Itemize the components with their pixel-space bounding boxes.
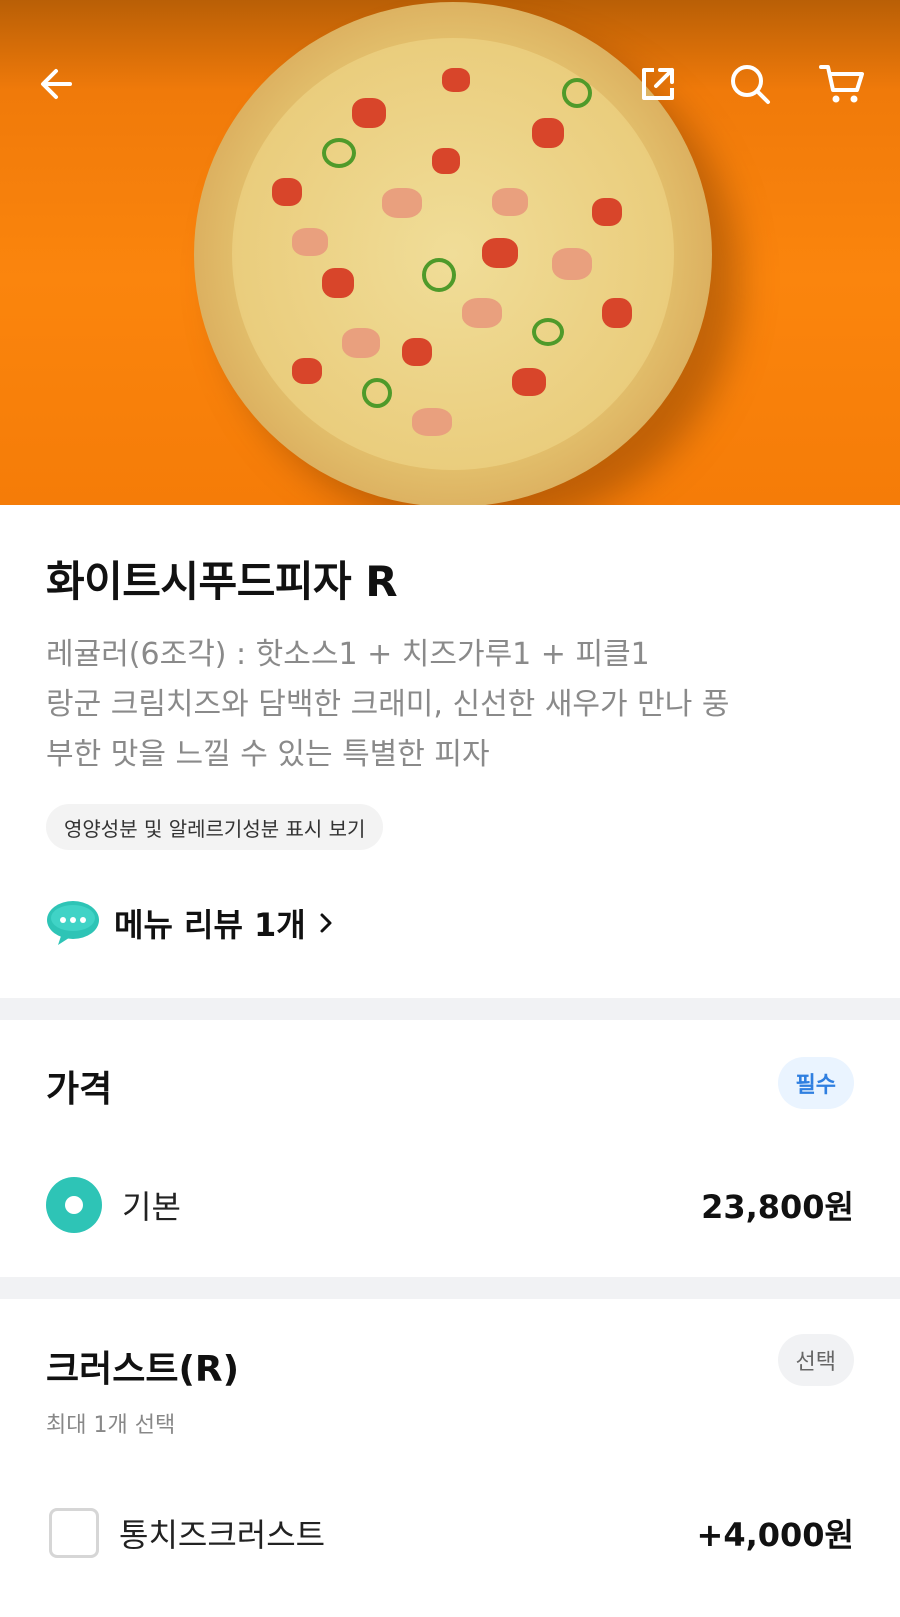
search-icon xyxy=(731,65,770,104)
cart-icon xyxy=(819,65,864,103)
chat-bubble-icon xyxy=(47,901,99,945)
pizza-toppings xyxy=(232,38,674,470)
share-icon xyxy=(642,68,674,100)
option-price: 23,800원 xyxy=(701,1188,854,1226)
share-button[interactable] xyxy=(632,58,684,110)
product-description: 레귤러(6조각) : 핫소스1 + 치즈가루1 + 피클1 랑군 크림치즈와 담… xyxy=(46,630,866,780)
review-count-label: 메뉴 리뷰 1개 xyxy=(114,906,306,944)
description-line: 레귤러(6조각) : 핫소스1 + 치즈가루1 + 피클1 xyxy=(46,637,650,672)
back-button[interactable] xyxy=(30,58,82,110)
checkbox-unchecked[interactable] xyxy=(49,1508,99,1558)
crust-selection-hint: 최대 1개 선택 xyxy=(46,1413,176,1438)
description-line: 부한 맛을 느낄 수 있는 특별한 피자 xyxy=(46,737,490,772)
search-button[interactable] xyxy=(724,58,776,110)
price-option-basic[interactable]: 기본 23,800원 xyxy=(46,1175,854,1235)
option-price: +4,000원 xyxy=(696,1516,854,1554)
arrow-left-icon xyxy=(41,69,72,99)
chevron-right-icon xyxy=(320,913,332,933)
cart-button[interactable] xyxy=(816,58,868,110)
radio-button-selected[interactable] xyxy=(46,1177,102,1233)
price-section-title: 가격 xyxy=(46,1069,113,1110)
menu-review-link[interactable]: 메뉴 리뷰 1개 xyxy=(46,895,336,951)
radio-dot xyxy=(65,1196,83,1214)
description-line: 랑군 크림치즈와 담백한 크래미, 신선한 새우가 만나 풍 xyxy=(46,687,730,722)
option-label: 통치즈크러스트 xyxy=(119,1516,326,1554)
option-label: 기본 xyxy=(122,1188,181,1226)
crust-option-cheese[interactable]: 통치즈크러스트 +4,000원 xyxy=(46,1503,854,1563)
product-title: 화이트시푸드피자 R xyxy=(46,557,398,606)
required-badge: 필수 xyxy=(777,1057,854,1109)
section-divider xyxy=(0,1277,900,1299)
optional-badge: 선택 xyxy=(777,1334,854,1386)
crust-section-title: 크러스트(R) xyxy=(46,1349,240,1390)
product-image xyxy=(0,0,900,505)
nutrition-info-button[interactable]: 영양성분 및 알레르기성분 표시 보기 xyxy=(46,804,384,850)
section-divider xyxy=(0,998,900,1020)
